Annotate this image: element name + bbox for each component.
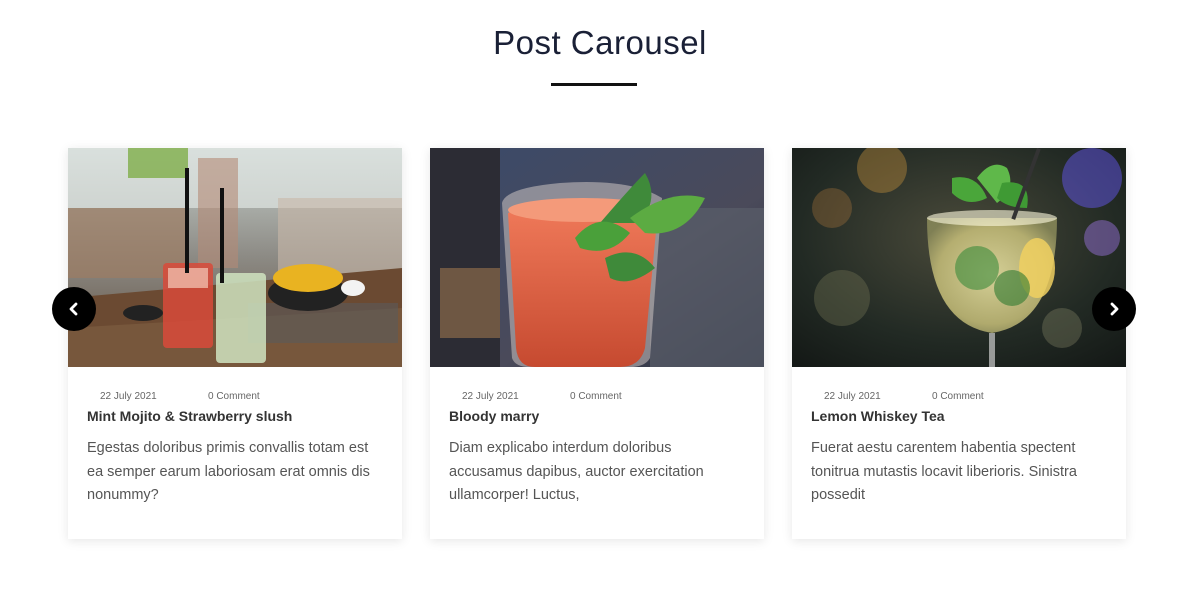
post-comment-count[interactable]: 0 Comment — [570, 391, 622, 402]
post-card-bloody-marry[interactable]: 22 July 2021 0 Comment Bloody marry Diam… — [430, 148, 764, 539]
post-comment-count[interactable]: 0 Comment — [932, 391, 984, 402]
post-title-link[interactable]: Lemon Whiskey Tea — [811, 408, 1110, 424]
title-divider — [551, 83, 637, 86]
section-title: Post Carousel — [493, 24, 707, 61]
post-date: 22 July 2021 — [100, 391, 157, 402]
post-thumbnail-image[interactable] — [68, 148, 402, 367]
post-thumbnail-image[interactable] — [430, 148, 764, 367]
post-carousel-section: Post Carousel 22 July 2021 0 Comment Min… — [0, 0, 1200, 600]
post-card-mint-mojito[interactable]: 22 July 2021 0 Comment Mint Mojito & Str… — [68, 148, 402, 539]
chevron-right-icon — [1110, 302, 1119, 316]
carousel-prev-button[interactable] — [52, 287, 96, 331]
post-date: 22 July 2021 — [462, 391, 519, 402]
post-excerpt: Fuerat aestu carentem habentia spectent … — [811, 440, 1077, 503]
post-date: 22 July 2021 — [824, 391, 881, 402]
chevron-left-icon — [69, 302, 78, 316]
post-meta: 22 July 2021 0 Comment — [462, 391, 744, 402]
post-title-link[interactable]: Mint Mojito & Strawberry slush — [87, 408, 386, 424]
post-meta: 22 July 2021 0 Comment — [100, 391, 382, 402]
post-card-lemon-whiskey-tea[interactable]: 22 July 2021 0 Comment Lemon Whiskey Tea… — [792, 148, 1126, 539]
post-thumbnail-image[interactable] — [792, 148, 1126, 367]
post-excerpt: Egestas doloribus primis convallis totam… — [87, 440, 370, 503]
post-title-link[interactable]: Bloody marry — [449, 408, 748, 424]
post-meta: 22 July 2021 0 Comment — [824, 391, 1106, 402]
carousel-next-button[interactable] — [1092, 287, 1136, 331]
post-comment-count[interactable]: 0 Comment — [208, 391, 260, 402]
post-excerpt: Diam explicabo interdum doloribus accusa… — [449, 440, 704, 503]
